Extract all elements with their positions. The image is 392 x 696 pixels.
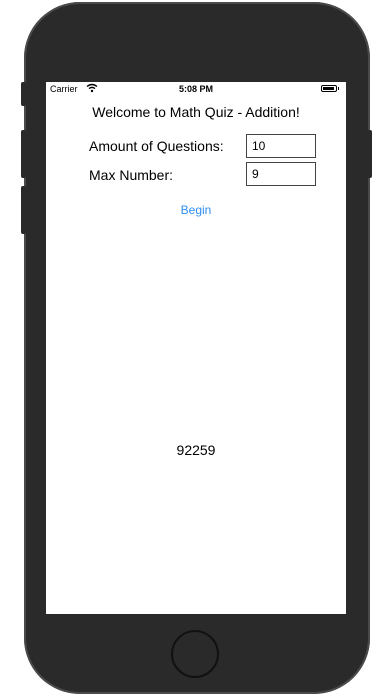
battery-tip <box>338 87 339 90</box>
begin-button[interactable]: Begin <box>46 203 346 217</box>
app-screen: Carrier 5:08 PM Welcome to Math Quiz - A… <box>46 82 346 614</box>
questions-label: Amount of Questions: <box>89 138 224 154</box>
volume-up-button <box>21 130 26 178</box>
max-number-input[interactable] <box>246 162 316 186</box>
status-time: 5:08 PM <box>178 84 213 94</box>
mute-switch <box>21 82 26 106</box>
page-title: Welcome to Math Quiz - Addition! <box>92 104 300 120</box>
max-number-label: Max Number: <box>89 167 174 183</box>
battery-fill <box>323 87 334 90</box>
volume-down-button <box>21 186 26 234</box>
home-button[interactable] <box>171 630 219 678</box>
result-text: 92259 <box>176 442 216 458</box>
battery-icon <box>321 85 337 92</box>
questions-input[interactable] <box>246 134 316 158</box>
status-bar: Carrier 5:08 PM <box>46 82 346 96</box>
power-button <box>367 130 372 178</box>
